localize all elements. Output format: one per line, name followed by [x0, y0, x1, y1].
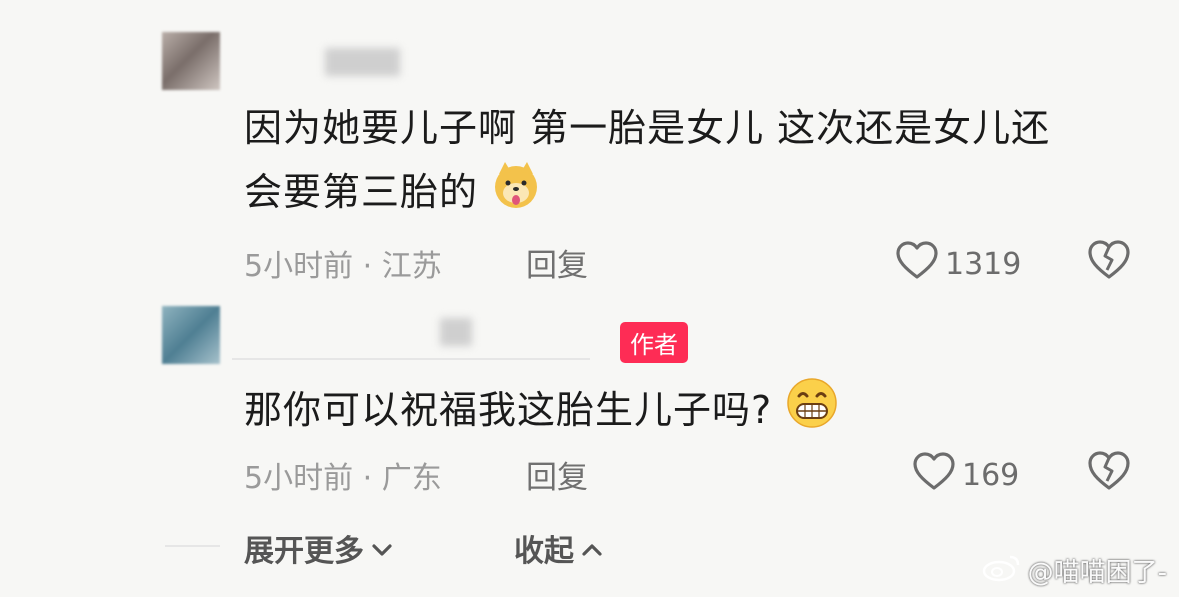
chevron-up-icon	[580, 531, 604, 566]
chevron-down-icon	[370, 531, 394, 566]
avatar[interactable]	[162, 32, 220, 90]
comment-text-line-1: 因为她要儿子啊 第一胎是女儿 这次还是女儿还	[244, 106, 1051, 150]
comment-2: 作者 那你可以祝福我这胎生儿子吗? 5小时前 · 广东 回复 169	[0, 300, 1179, 510]
comment-text-line-2: 会要第三胎的	[244, 160, 1050, 229]
expand-more-button[interactable]: 展开更多	[244, 526, 394, 570]
grin-emoji	[785, 376, 839, 449]
divider	[165, 545, 220, 547]
heart-outline-icon	[912, 451, 962, 499]
comment-meta: 5小时前 · 广东	[244, 461, 442, 496]
weibo-logo-icon	[982, 552, 1022, 589]
broken-heart-icon[interactable]	[1087, 449, 1131, 495]
username-blurred[interactable]	[440, 318, 472, 346]
like-count: 169	[962, 457, 1020, 493]
author-badge: 作者	[620, 322, 688, 363]
watermark-text: @喵喵困了-	[1027, 558, 1167, 588]
doge-tongue-emoji	[491, 160, 541, 229]
broken-heart-icon[interactable]	[1087, 238, 1131, 284]
comment-text-line-2-text: 会要第三胎的	[244, 170, 479, 214]
comment-text: 那你可以祝福我这胎生儿子吗?	[244, 376, 839, 449]
like-button[interactable]: 169	[912, 451, 1019, 499]
collapse-button[interactable]: 收起	[514, 526, 604, 570]
reply-button[interactable]: 回复	[526, 240, 588, 285]
username-underline	[232, 358, 590, 360]
reply-button[interactable]: 回复	[526, 452, 588, 497]
comment-meta: 5小时前 · 江苏	[244, 249, 442, 284]
expand-more-label: 展开更多	[244, 534, 364, 569]
collapse-label: 收起	[514, 534, 574, 569]
username-blurred[interactable]	[325, 48, 400, 76]
avatar[interactable]	[162, 306, 220, 364]
like-count: 1319	[945, 246, 1022, 282]
comment-1: 因为她要儿子啊 第一胎是女儿 这次还是女儿还 会要第三胎的 5小时前 · 江苏 …	[0, 0, 1179, 300]
comment-text: 因为她要儿子啊 第一胎是女儿 这次还是女儿还 会要第三胎的	[244, 96, 1050, 229]
comment-text-content: 那你可以祝福我这胎生儿子吗?	[244, 388, 773, 432]
heart-outline-icon	[895, 240, 945, 288]
watermark: @喵喵困了-	[982, 552, 1167, 589]
like-button[interactable]: 1319	[895, 240, 1021, 288]
